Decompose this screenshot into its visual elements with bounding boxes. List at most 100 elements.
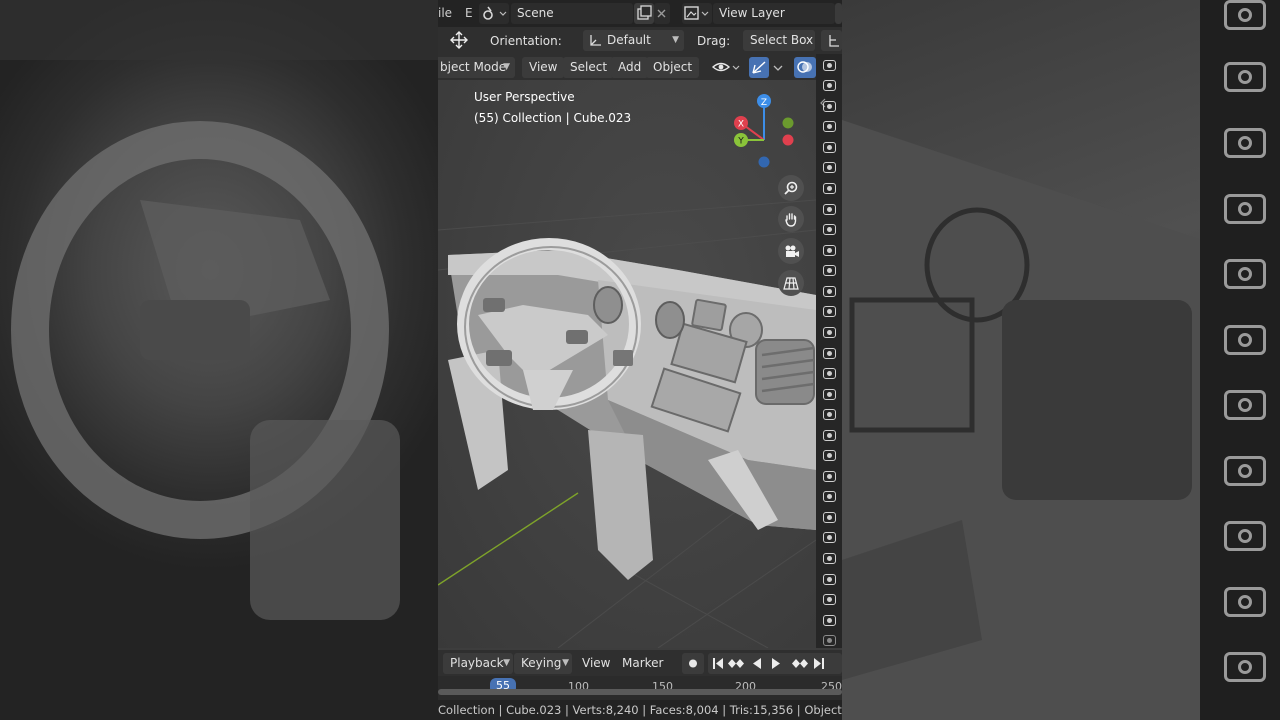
render-camera-icon[interactable] xyxy=(823,286,836,297)
keying-dropdown[interactable]: Keying ▼ xyxy=(514,653,572,674)
gizmo-neg-z-axis[interactable] xyxy=(758,156,770,168)
scene-selector-button[interactable] xyxy=(479,3,509,24)
render-camera-icon[interactable] xyxy=(823,594,836,605)
render-camera-icon[interactable] xyxy=(823,471,836,482)
view-layer-icon xyxy=(684,6,709,20)
scene-icon xyxy=(483,6,507,20)
menu-object[interactable]: Object xyxy=(646,57,700,78)
status-text: Collection | Cube.023 | Verts:8,240 | Fa… xyxy=(438,703,842,717)
background-camera-icon xyxy=(1224,390,1266,420)
render-camera-icon[interactable] xyxy=(823,224,836,235)
mode-dropdown[interactable]: bject Mode ▼ xyxy=(438,57,515,78)
mode-value: bject Mode xyxy=(440,60,507,74)
render-camera-icon[interactable] xyxy=(823,306,836,317)
zoom-icon xyxy=(784,181,798,195)
render-camera-icon[interactable] xyxy=(823,60,836,71)
render-camera-icon[interactable] xyxy=(823,389,836,400)
background-camera-icon xyxy=(1224,128,1266,158)
render-camera-icon[interactable] xyxy=(823,512,836,523)
render-camera-icon[interactable] xyxy=(823,265,836,276)
timeline-menu-view[interactable]: View xyxy=(575,653,617,674)
menu-edit[interactable]: E xyxy=(465,6,473,20)
3d-viewport[interactable]: User Perspective (55) Collection | Cube.… xyxy=(438,80,816,648)
visibility-dropdown[interactable] xyxy=(709,57,743,78)
render-camera-icon[interactable] xyxy=(823,80,836,91)
render-camera-icon[interactable] xyxy=(823,491,836,502)
record-icon xyxy=(689,659,697,668)
playback-label: Playback xyxy=(450,656,504,670)
render-camera-icon[interactable] xyxy=(823,532,836,543)
gizmo-neg-y-axis[interactable] xyxy=(782,117,794,129)
new-scene-button[interactable] xyxy=(634,3,654,24)
gizmo-x-label: X xyxy=(738,120,744,130)
render-camera-icon[interactable] xyxy=(823,574,836,585)
options-icon xyxy=(829,35,839,47)
render-camera-icon[interactable] xyxy=(823,101,836,112)
timeline-body[interactable]: 55 100 150 200 250 xyxy=(438,676,842,700)
playback-dropdown[interactable]: Playback ▼ xyxy=(443,653,513,674)
render-camera-icon[interactable] xyxy=(823,635,836,646)
background-camera-icon xyxy=(1224,62,1266,92)
render-camera-icon[interactable] xyxy=(823,450,836,461)
outliner-restrict-column xyxy=(816,54,842,648)
overlays-toggle-button[interactable] xyxy=(794,57,816,78)
play-icon xyxy=(772,658,780,669)
timeline-menu-marker[interactable]: Marker xyxy=(615,653,670,674)
scene-name-field[interactable]: Scene xyxy=(511,3,633,24)
menu-view[interactable]: View xyxy=(522,57,565,78)
viewport-header: bject Mode ▼ View Select Add Object xyxy=(438,54,842,80)
options-button[interactable] xyxy=(821,30,842,51)
menu-file[interactable]: ile xyxy=(438,6,452,20)
chevron-down-icon: ▼ xyxy=(503,62,510,72)
render-camera-icon[interactable] xyxy=(823,121,836,132)
scene-name: Scene xyxy=(517,6,554,20)
view-layer-name-field[interactable]: View Layer xyxy=(713,3,835,24)
render-camera-icon[interactable] xyxy=(823,553,836,564)
view-layer-name: View Layer xyxy=(719,6,785,20)
navigation-gizmo[interactable]: Z X Y xyxy=(724,88,804,178)
view-layer-new-button[interactable] xyxy=(835,3,842,24)
view-layer-selector-button[interactable] xyxy=(682,3,712,24)
render-camera-icon[interactable] xyxy=(823,409,836,420)
camera-view-button[interactable] xyxy=(778,238,804,264)
pan-button[interactable] xyxy=(778,206,804,232)
render-camera-icon[interactable] xyxy=(823,430,836,441)
orientation-dropdown[interactable]: Default ▼ xyxy=(583,30,684,51)
transform-tool-button[interactable] xyxy=(444,30,474,51)
zoom-button[interactable] xyxy=(778,175,804,201)
jump-start-icon xyxy=(713,658,723,669)
jump-end-icon xyxy=(814,658,824,669)
render-camera-icon[interactable] xyxy=(823,368,836,379)
background-camera-icon xyxy=(1224,521,1266,551)
render-camera-icon[interactable] xyxy=(823,204,836,215)
render-camera-icon[interactable] xyxy=(823,327,836,338)
gizmo-neg-x-axis[interactable] xyxy=(782,134,794,146)
ortho-toggle-button[interactable] xyxy=(778,270,804,296)
delete-scene-button[interactable] xyxy=(654,3,670,24)
drag-select-box-dropdown[interactable]: Select Box xyxy=(743,30,815,51)
playback-controls xyxy=(708,653,842,674)
menu-select[interactable]: Select xyxy=(563,57,615,78)
move-icon xyxy=(450,31,468,49)
background-camera-icon xyxy=(1224,325,1266,355)
duplicate-icon xyxy=(637,5,652,20)
menu-add[interactable]: Add xyxy=(611,57,649,78)
orientation-value: Default xyxy=(607,33,651,47)
render-camera-icon[interactable] xyxy=(823,183,836,194)
orientation-icon xyxy=(590,35,601,46)
background-camera-icon xyxy=(1224,652,1266,682)
gizmo-y-label: Y xyxy=(737,137,744,147)
y-axis-ground-line xyxy=(438,492,579,586)
timeline-scrollbar[interactable] xyxy=(438,689,842,695)
render-camera-icon[interactable] xyxy=(823,615,836,626)
render-camera-icon[interactable] xyxy=(823,348,836,359)
gizmo-dropdown[interactable] xyxy=(770,57,786,78)
chevron-down-icon: ▼ xyxy=(503,658,510,668)
render-camera-icon[interactable] xyxy=(823,245,836,256)
record-button[interactable] xyxy=(682,653,704,674)
drag-value: Select Box xyxy=(750,33,814,47)
render-camera-icon[interactable] xyxy=(823,162,836,173)
background-right-blur xyxy=(842,0,1280,720)
gizmo-toggle-button[interactable] xyxy=(749,57,769,78)
render-camera-icon[interactable] xyxy=(823,142,836,153)
